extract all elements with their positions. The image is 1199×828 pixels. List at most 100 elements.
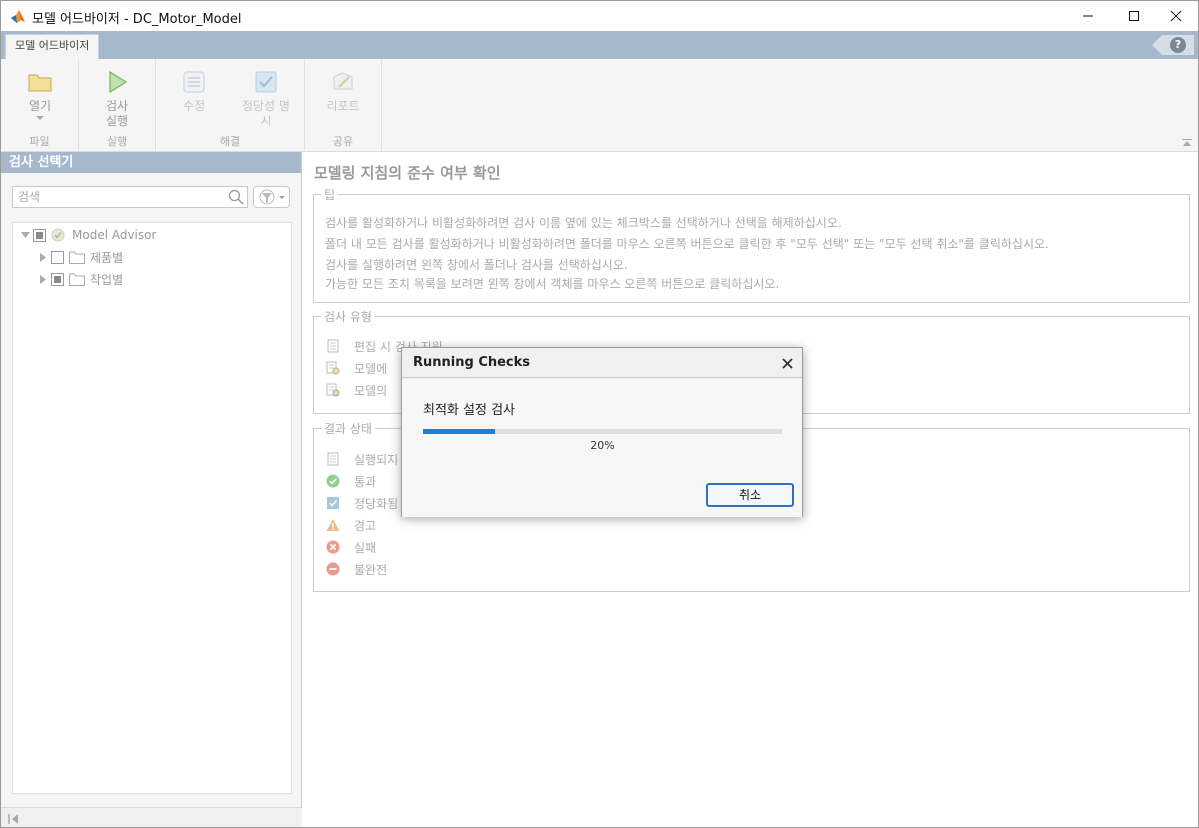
tree-checkbox[interactable] xyxy=(51,250,64,264)
check-selector-header: 검사 선택기 xyxy=(1,152,301,173)
tree-node-label: 작업별 xyxy=(90,272,124,287)
status-pass: 통과 xyxy=(326,472,376,490)
folder-icon xyxy=(69,273,85,286)
progress-bar xyxy=(423,429,782,434)
check-selector-pane: 검사 선택기 검색 Model Advisor 제품별 작업별 xyxy=(1,152,302,827)
fix-button[interactable]: 수정 xyxy=(166,59,222,114)
tree-node-by-task[interactable]: 작업별 xyxy=(37,270,123,288)
justify-check-icon xyxy=(255,71,277,93)
status-incomplete: 불완전 xyxy=(326,560,387,578)
document-edit-icon xyxy=(326,361,340,375)
report-button[interactable]: 리포트 xyxy=(315,59,371,114)
matlab-logo-icon xyxy=(11,10,25,23)
justify-label-2: 시 xyxy=(260,114,272,128)
justify-button[interactable]: 정당성 명 시 xyxy=(234,59,298,129)
run-checks-button[interactable]: 검사 실행 xyxy=(88,59,146,129)
tip-line: 가능한 모든 조치 목록을 보려면 왼쪽 창에서 객체를 마우스 오른쪽 버튼으… xyxy=(325,277,780,291)
help-button[interactable]: ? xyxy=(1152,35,1194,55)
folder-icon xyxy=(69,251,85,264)
collapsed-caret-icon[interactable] xyxy=(37,273,49,285)
tree-checkbox[interactable] xyxy=(33,228,46,242)
minimize-button[interactable] xyxy=(1065,1,1111,31)
group-run: 검사 실행 실행 xyxy=(79,59,156,152)
ribbon-toolstrip: 열기 파일 검사 실행 실행 수정 정당성 명 시 해결 리포트 공유 xyxy=(1,59,1198,152)
status-label: 불완전 xyxy=(354,562,388,577)
close-window-button[interactable] xyxy=(1153,1,1198,31)
group-label-run: 실행 xyxy=(106,135,128,148)
tips-legend: 팁 xyxy=(321,186,339,203)
search-input[interactable] xyxy=(18,187,228,207)
help-icon: ? xyxy=(1170,37,1186,53)
status-label: 통과 xyxy=(354,474,377,489)
document-model-icon xyxy=(326,383,340,397)
tip-line: 검사를 활성화하거나 비활성화하려면 검사 이름 옆에 있는 체크박스를 선택하… xyxy=(325,216,842,230)
report-button-label: 리포트 xyxy=(326,99,360,113)
page-title: 모델링 지침의 준수 여부 확인 xyxy=(314,164,501,182)
minimize-icon xyxy=(1083,15,1093,17)
report-pen-icon xyxy=(333,72,353,90)
search-icon[interactable] xyxy=(228,189,244,205)
tree-node-model-advisor[interactable]: Model Advisor xyxy=(19,226,156,244)
tab-model-advisor[interactable]: 모델 어드바이저 xyxy=(5,34,100,59)
search-box xyxy=(12,186,248,208)
result-status-legend: 결과 상태 xyxy=(321,420,375,437)
tip-line: 검사를 실행하려면 왼쪽 창에서 폴더나 검사를 선택하십시오. xyxy=(325,258,628,272)
dialog-close-button[interactable] xyxy=(778,354,796,372)
justify-label-1: 정당성 명 xyxy=(242,99,290,113)
status-label: 실행되지 xyxy=(354,452,399,467)
check-type-label: 모델에 xyxy=(354,361,388,376)
window-title: 모델 어드바이저 - DC_Motor_Model xyxy=(32,12,242,27)
document-icon xyxy=(327,452,339,466)
group-file: 열기 파일 xyxy=(1,59,79,152)
check-types-legend: 검사 유형 xyxy=(321,308,375,325)
folder-open-icon xyxy=(28,74,52,92)
tips-section: 팁 검사를 활성화하거나 비활성화하려면 검사 이름 옆에 있는 체크박스를 선… xyxy=(313,186,1190,303)
group-label-share: 공유 xyxy=(332,135,354,148)
left-pane-bottom-bar xyxy=(1,807,302,827)
document-icon xyxy=(327,339,339,353)
collapse-ribbon-icon[interactable] xyxy=(1182,139,1192,147)
status-label: 경고 xyxy=(354,518,377,533)
check-circle-icon xyxy=(326,474,340,488)
tree-node-by-product[interactable]: 제품별 xyxy=(37,248,123,266)
ribbon-tab-strip: 모델 어드바이저 ? xyxy=(1,31,1198,59)
group-label-resolve: 해결 xyxy=(219,135,241,148)
status-label: 정당화됨 xyxy=(354,496,399,511)
group-label-file: 파일 xyxy=(29,135,50,148)
expanded-caret-icon[interactable] xyxy=(19,229,31,241)
tree-node-label: Model Advisor xyxy=(72,228,157,242)
filter-button[interactable] xyxy=(253,186,290,208)
group-resolve: 수정 정당성 명 시 해결 xyxy=(156,59,305,152)
tree-checkbox[interactable] xyxy=(51,272,64,286)
check-type-item: 모델에 xyxy=(326,359,387,377)
progress-fill xyxy=(423,429,495,434)
warning-icon xyxy=(326,519,340,531)
open-button-label: 열기 xyxy=(28,99,52,113)
close-icon xyxy=(781,357,793,369)
tree-node-label: 제품별 xyxy=(90,250,124,265)
maximize-icon xyxy=(1129,11,1139,21)
current-task-label: 최적화 설정 검사 xyxy=(423,403,515,418)
maximize-button[interactable] xyxy=(1111,1,1157,31)
filter-icon xyxy=(259,189,285,205)
play-icon xyxy=(109,70,128,94)
close-icon xyxy=(1170,10,1182,22)
justified-check-icon xyxy=(327,497,339,509)
error-x-icon xyxy=(326,540,340,554)
status-justified: 정당화됨 xyxy=(326,494,398,512)
check-tree: Model Advisor 제품별 작업별 xyxy=(12,222,292,794)
run-checks-label-1: 검사 xyxy=(105,99,129,113)
fix-list-icon xyxy=(183,71,205,93)
collapse-left-icon[interactable] xyxy=(6,811,22,827)
open-button[interactable]: 열기 xyxy=(11,59,69,120)
status-label: 실패 xyxy=(354,540,377,555)
collapsed-caret-icon[interactable] xyxy=(37,251,49,263)
progress-percent: 20% xyxy=(590,439,615,452)
status-not-run: 실행되지 xyxy=(326,450,398,468)
cancel-button[interactable]: 취소 xyxy=(706,483,794,507)
run-checks-label-2: 실행 xyxy=(105,114,129,128)
fix-button-label: 수정 xyxy=(182,99,206,113)
app-window: 모델 어드바이저 - DC_Motor_Model 모델 어드바이저 ? 열기 xyxy=(0,0,1199,828)
status-warning: 경고 xyxy=(326,516,376,534)
tip-line: 폴더 내 모든 검사를 활성화하거나 비활성화하려면 폴더를 마우스 오른쪽 버… xyxy=(325,237,1049,251)
